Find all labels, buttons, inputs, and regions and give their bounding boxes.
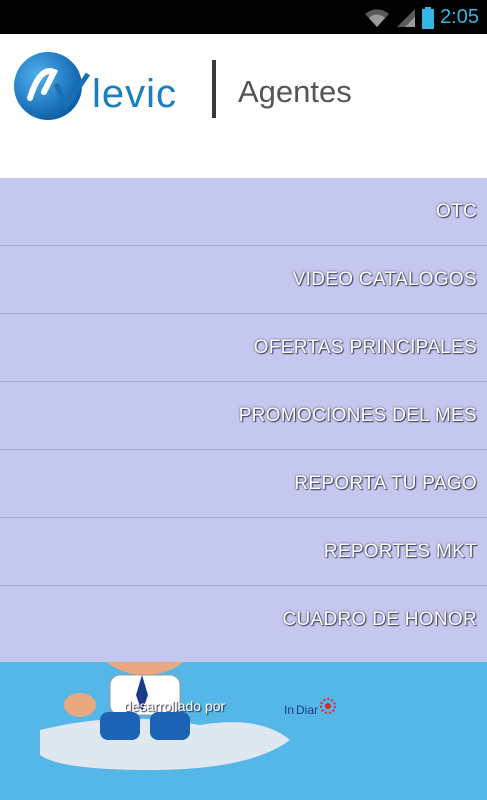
status-icons: 2:05 [364, 6, 479, 29]
brand-logo: levic Agentes [10, 44, 370, 134]
logo-divider [212, 60, 216, 118]
brand-subtitle: Agentes [238, 74, 352, 109]
developer-logo[interactable]: In Diar [282, 694, 340, 729]
menu-item-ofertas-principales[interactable]: OFERTAS PRINCIPALES [0, 314, 487, 382]
signal-icon [397, 8, 416, 27]
brand-name: levic [92, 72, 178, 116]
app-header: levic Agentes [0, 34, 487, 144]
battery-icon [422, 6, 435, 29]
menu-item-reporta-tu-pago[interactable]: REPORTA TU PAGO [0, 450, 487, 518]
menu-item-reportes-mkt[interactable]: REPORTES MKT [0, 518, 487, 586]
developer-credit: desarrollado por [124, 698, 226, 714]
menu-item-label: OFERTAS PRINCIPALES [253, 336, 477, 358]
svg-text:In: In [284, 703, 294, 717]
menu-item-label: REPORTES MKT [323, 540, 477, 562]
menu-item-label: PROMOCIONES DEL MES [238, 404, 477, 426]
svg-text:Diar: Diar [296, 703, 318, 717]
status-bar: 2:05 [0, 0, 487, 34]
menu-item-otc[interactable]: OTC [0, 178, 487, 246]
brand-mark-icon [14, 52, 91, 120]
menu-item-label: CUADRO DE HONOR [282, 609, 477, 630]
menu-item-label: OTC [435, 200, 477, 222]
status-time: 2:05 [440, 6, 479, 28]
menu-item-label: VIDEO CATALOGOS [292, 268, 477, 290]
menu-item-label: REPORTA TU PAGO [294, 472, 477, 494]
menu-item-video-catalogos[interactable]: VIDEO CATALOGOS [0, 246, 487, 314]
menu-item-promociones-del-mes[interactable]: PROMOCIONES DEL MES [0, 382, 487, 450]
developer-logo-icon: In Diar [284, 698, 336, 717]
main-menu: OTC VIDEO CATALOGOS OFERTAS PRINCIPALES … [0, 178, 487, 662]
wifi-icon [365, 8, 390, 27]
menu-item-cuadro-de-honor[interactable]: CUADRO DE HONOR [0, 586, 487, 654]
